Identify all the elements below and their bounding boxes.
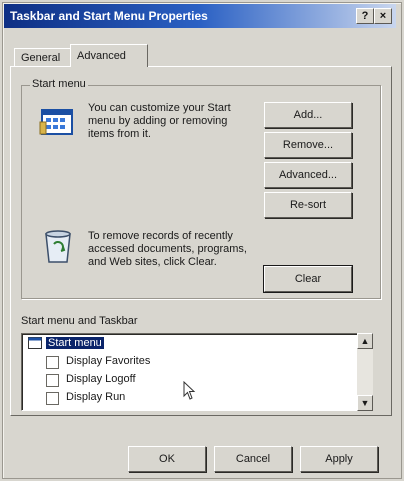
advanced-tab-panel: Start menu You can customize your Start … xyxy=(10,66,392,416)
list-scrollbar[interactable]: ▲ ▼ xyxy=(357,333,373,411)
list-item-label: Display Logoff xyxy=(66,373,136,385)
window-title: Taskbar and Start Menu Properties xyxy=(10,9,208,23)
recycle-bin-icon xyxy=(40,226,76,266)
ok-button-label: OK xyxy=(159,453,175,465)
advanced-button[interactable]: Advanced... xyxy=(264,162,352,188)
remove-button[interactable]: Remove... xyxy=(264,132,352,158)
add-button[interactable]: Add... xyxy=(264,102,352,128)
tab-general[interactable]: General xyxy=(14,48,76,67)
ok-button[interactable]: OK xyxy=(128,446,206,472)
title-bar: Taskbar and Start Menu Properties ? × xyxy=(4,4,396,28)
start-menu-taskbar-label: Start menu and Taskbar xyxy=(21,315,138,327)
cancel-button[interactable]: Cancel xyxy=(214,446,292,472)
advanced-button-label: Advanced... xyxy=(278,169,338,181)
checkbox[interactable] xyxy=(46,374,59,387)
checkbox[interactable] xyxy=(46,356,59,369)
tab-advanced[interactable]: Advanced xyxy=(70,44,148,67)
help-button[interactable]: ? xyxy=(356,8,374,24)
apply-button-label: Apply xyxy=(325,453,353,465)
checkbox xyxy=(46,410,59,411)
apply-button[interactable]: Apply xyxy=(300,446,378,472)
scroll-up-arrow-icon[interactable]: ▲ xyxy=(357,333,373,349)
list-item-label: Display Run xyxy=(66,391,126,403)
add-button-label: Add... xyxy=(293,109,323,121)
start-menu-group: Start menu You can customize your Start … xyxy=(21,78,381,299)
close-button[interactable]: × xyxy=(374,8,392,24)
resort-button-label: Re-sort xyxy=(289,199,327,211)
scroll-down-arrow-icon[interactable]: ▼ xyxy=(357,395,373,411)
clear-description: To remove records of recently accessed d… xyxy=(88,230,247,268)
resort-button[interactable]: Re-sort xyxy=(264,192,352,218)
list-item-label: Start menu xyxy=(46,337,104,349)
remove-button-label: Remove... xyxy=(282,139,334,151)
clear-button-label: Clear xyxy=(294,273,322,285)
start-menu-group-label: Start menu xyxy=(30,78,88,90)
cancel-button-label: Cancel xyxy=(235,453,271,465)
list-item-label: Display Favorites xyxy=(66,355,151,367)
mouse-cursor-icon xyxy=(183,380,197,401)
start-menu-folder-icon xyxy=(28,337,42,349)
start-menu-description: You can customize your Start menu by add… xyxy=(88,102,231,140)
clear-button[interactable]: Clear xyxy=(263,265,353,293)
checkbox[interactable] xyxy=(46,392,59,405)
start-menu-settings-icon xyxy=(38,104,78,142)
